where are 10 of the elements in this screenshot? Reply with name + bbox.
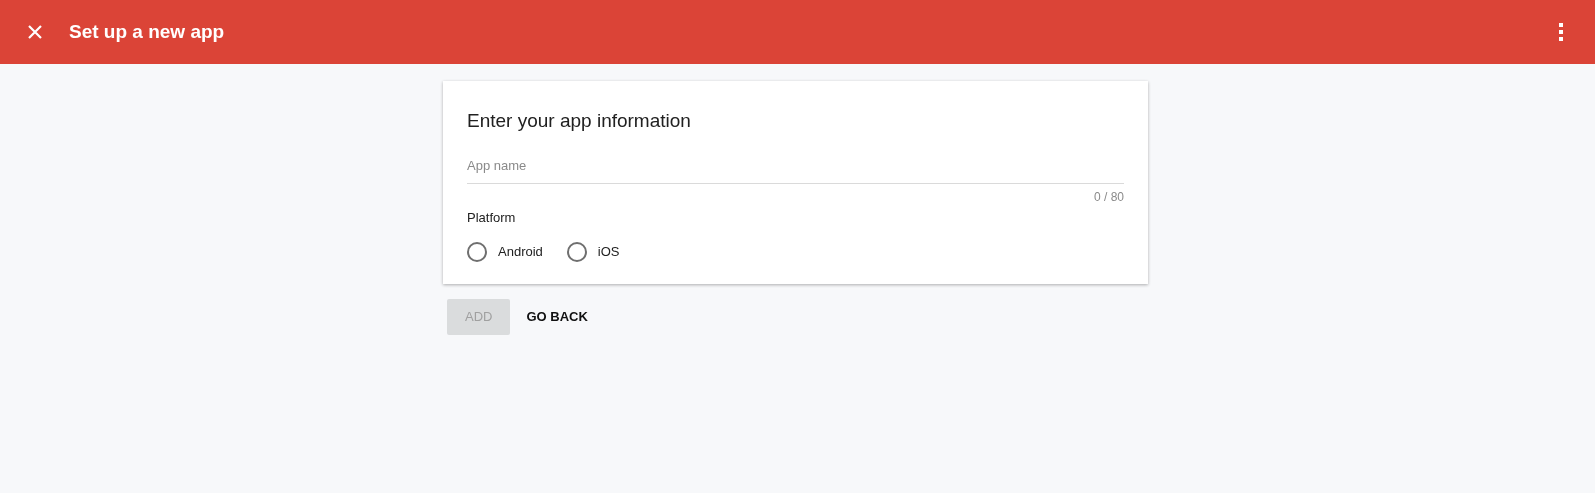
character-counter: 0 / 80 xyxy=(1093,189,1124,206)
page-title: Set up a new app xyxy=(69,19,225,44)
app-name-field[interactable]: App name xyxy=(467,155,1124,184)
close-icon[interactable] xyxy=(26,23,44,41)
platform-radio[interactable]: Android xyxy=(467,241,543,262)
go-back-button[interactable]: GO BACK xyxy=(518,298,596,335)
card-title: Enter your app information xyxy=(467,109,692,133)
more-options-icon[interactable] xyxy=(1558,23,1564,41)
platform-label: Platform xyxy=(467,209,517,227)
platform-radio[interactable]: iOS xyxy=(566,241,620,262)
